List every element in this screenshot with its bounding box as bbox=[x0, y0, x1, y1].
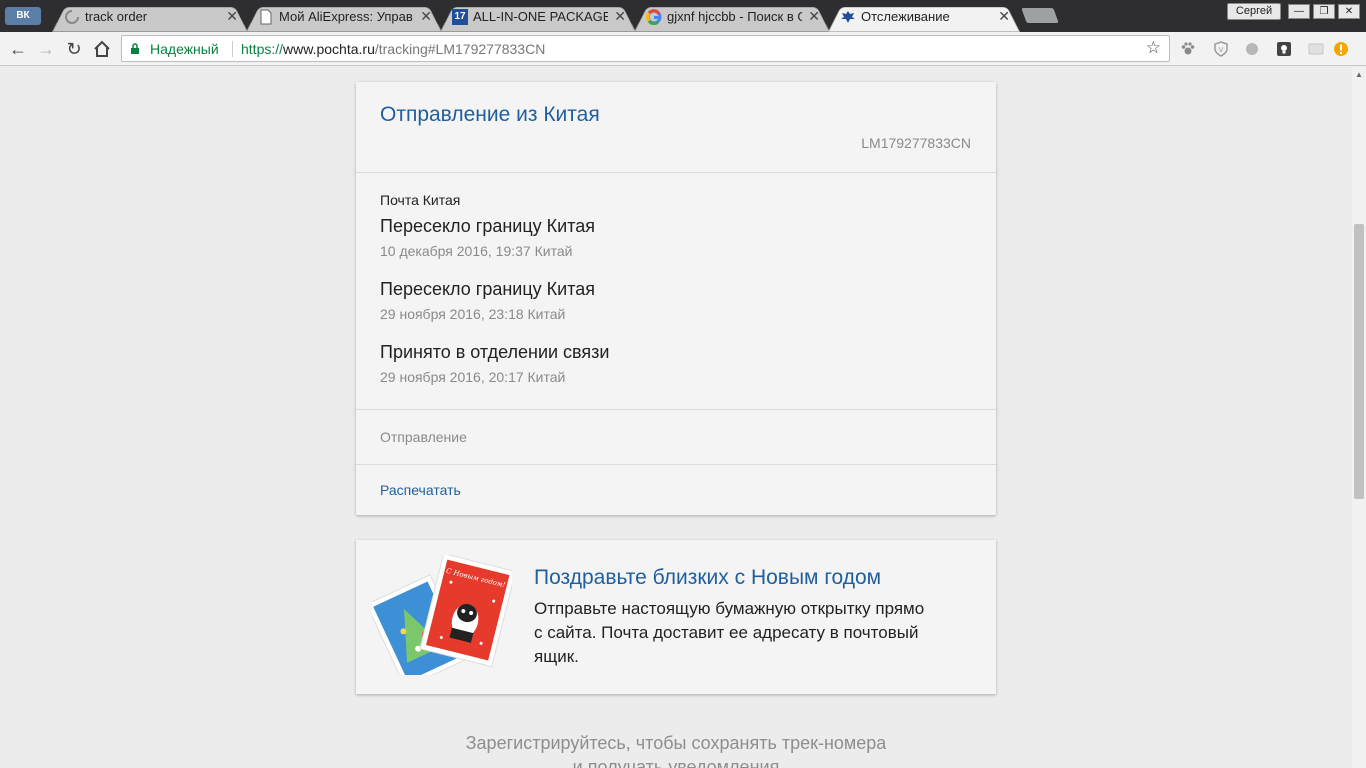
shield-extension-icon[interactable]: V bbox=[1213, 41, 1229, 57]
vk-logo-icon[interactable]: ВК bbox=[5, 7, 41, 25]
tab-title: Мой AliExpress: Управ bbox=[279, 9, 413, 24]
lock-icon bbox=[131, 43, 139, 54]
new-tab-button[interactable] bbox=[1021, 8, 1059, 23]
url-text[interactable]: https://www.pochta.ru/tracking#LM1792778… bbox=[241, 41, 545, 57]
tab-google-search[interactable]: gjxnf hjccbb - Поиск в G ✕ bbox=[634, 3, 830, 33]
page-viewport: Отправление из Китая LM179277833CN Почта… bbox=[0, 67, 1352, 768]
url-host: www.pochta.ru bbox=[283, 41, 375, 57]
circle-extension-icon[interactable] bbox=[1244, 41, 1260, 57]
tracking-events: Почта Китая Пересекло границу Китая 10 д… bbox=[356, 173, 996, 410]
close-icon[interactable]: ✕ bbox=[998, 8, 1010, 25]
tracking-card: Отправление из Китая LM179277833CN Почта… bbox=[356, 82, 996, 515]
home-icon[interactable] bbox=[91, 38, 113, 60]
event-meta: 29 ноября 2016, 20:17 Китай bbox=[380, 369, 566, 385]
paw-extension-icon[interactable] bbox=[1180, 41, 1196, 57]
google-icon bbox=[646, 9, 662, 25]
close-icon[interactable]: ✕ bbox=[226, 8, 238, 25]
promo-title[interactable]: Поздравьте близких с Новым годом bbox=[534, 566, 881, 590]
tab-title: Отслеживание bbox=[861, 9, 950, 24]
svg-text:V: V bbox=[1219, 46, 1224, 54]
17track-icon: 17 bbox=[452, 9, 468, 25]
profile-button[interactable]: Сергей bbox=[1227, 3, 1281, 20]
scroll-up-arrow-icon[interactable]: ▲ bbox=[1355, 70, 1363, 79]
tab-title: track order bbox=[85, 9, 148, 24]
tab-track-order[interactable]: track order ✕ bbox=[52, 3, 248, 33]
register-text-line: Зарегистрируйтесь, чтобы сохранять трек-… bbox=[465, 733, 887, 753]
event-status: Пересекло границу Китая bbox=[380, 279, 596, 299]
divider bbox=[232, 41, 233, 57]
tab-title: ALL-IN-ONE PACKAGE T bbox=[473, 9, 608, 24]
bookmark-star-icon[interactable]: ☆ bbox=[1146, 38, 1161, 58]
address-bar[interactable]: Надежный https://www.pochta.ru/tracking#… bbox=[121, 35, 1170, 62]
promo-text: Отправьте настоящую бумажную открытку пр… bbox=[534, 599, 925, 666]
shipment-type-row: Отправление bbox=[356, 410, 996, 465]
pochta-eagle-icon bbox=[841, 11, 855, 23]
close-icon[interactable]: ✕ bbox=[614, 8, 626, 25]
browser-tab-strip: ВК track order ✕ Мой AliExpress: Управ ✕… bbox=[0, 0, 1366, 33]
url-scheme: https:// bbox=[241, 41, 284, 57]
page-scrollbar[interactable]: ▲ bbox=[1352, 67, 1366, 768]
event-meta: 29 ноября 2016, 23:18 Китай bbox=[380, 306, 566, 322]
security-label: Надежный bbox=[150, 41, 219, 57]
shipment-title: Отправление из Китая bbox=[380, 103, 600, 126]
vk-logo-text: ВК bbox=[16, 10, 30, 21]
shipment-type-label: Отправление bbox=[380, 429, 467, 445]
tab-tracking[interactable]: Отслеживание ✕ bbox=[828, 3, 1020, 33]
print-link[interactable]: Распечатать bbox=[380, 482, 461, 498]
event-status: Принято в отделении связи bbox=[380, 342, 610, 362]
url-path: /tracking#LM179277833CN bbox=[374, 41, 546, 57]
scrollbar-thumb[interactable] bbox=[1354, 224, 1364, 499]
register-prompt[interactable]: Зарегистрируйтесь, чтобы сохранять трек-… bbox=[356, 731, 996, 768]
forward-icon[interactable]: → bbox=[35, 38, 57, 60]
tab-17track[interactable]: 17 ALL-IN-ONE PACKAGE T ✕ bbox=[440, 3, 636, 33]
close-window-button[interactable]: ✕ bbox=[1338, 4, 1360, 19]
operator-name: Почта Китая bbox=[380, 192, 461, 208]
reload-icon[interactable]: ↻ bbox=[63, 38, 85, 60]
close-icon[interactable]: ✕ bbox=[420, 8, 432, 25]
bulb-extension-icon[interactable] bbox=[1276, 41, 1292, 57]
event-meta: 10 декабря 2016, 19:37 Китай bbox=[380, 243, 573, 259]
minimize-button[interactable]: — bbox=[1288, 4, 1310, 19]
back-icon[interactable]: ← bbox=[7, 38, 29, 60]
alert-extension-icon[interactable] bbox=[1333, 41, 1349, 57]
event-status: Пересекло границу Китая bbox=[380, 216, 596, 236]
close-icon[interactable]: ✕ bbox=[808, 8, 820, 25]
maximize-button[interactable]: ❐ bbox=[1313, 4, 1335, 19]
tracking-header: Отправление из Китая LM179277833CN bbox=[356, 82, 996, 173]
browser-toolbar: ← → ↻ Надежный https://www.pochta.ru/tra… bbox=[0, 32, 1366, 66]
register-text-line: и получать уведомления bbox=[572, 757, 780, 768]
postcards-image: С Новым годом! bbox=[372, 555, 512, 675]
print-row: Распечатать bbox=[356, 465, 996, 515]
mail-extension-icon[interactable] bbox=[1308, 41, 1324, 57]
tab-title: gjxnf hjccbb - Поиск в G bbox=[667, 9, 802, 24]
new-year-promo-card[interactable]: С Новым годом! Поздравьте близких с Новы… bbox=[356, 540, 996, 694]
document-icon bbox=[260, 9, 272, 25]
loading-icon bbox=[65, 10, 79, 24]
track-number: LM179277833CN bbox=[861, 135, 971, 151]
tab-aliexpress[interactable]: Мой AliExpress: Управ ✕ bbox=[246, 3, 442, 33]
